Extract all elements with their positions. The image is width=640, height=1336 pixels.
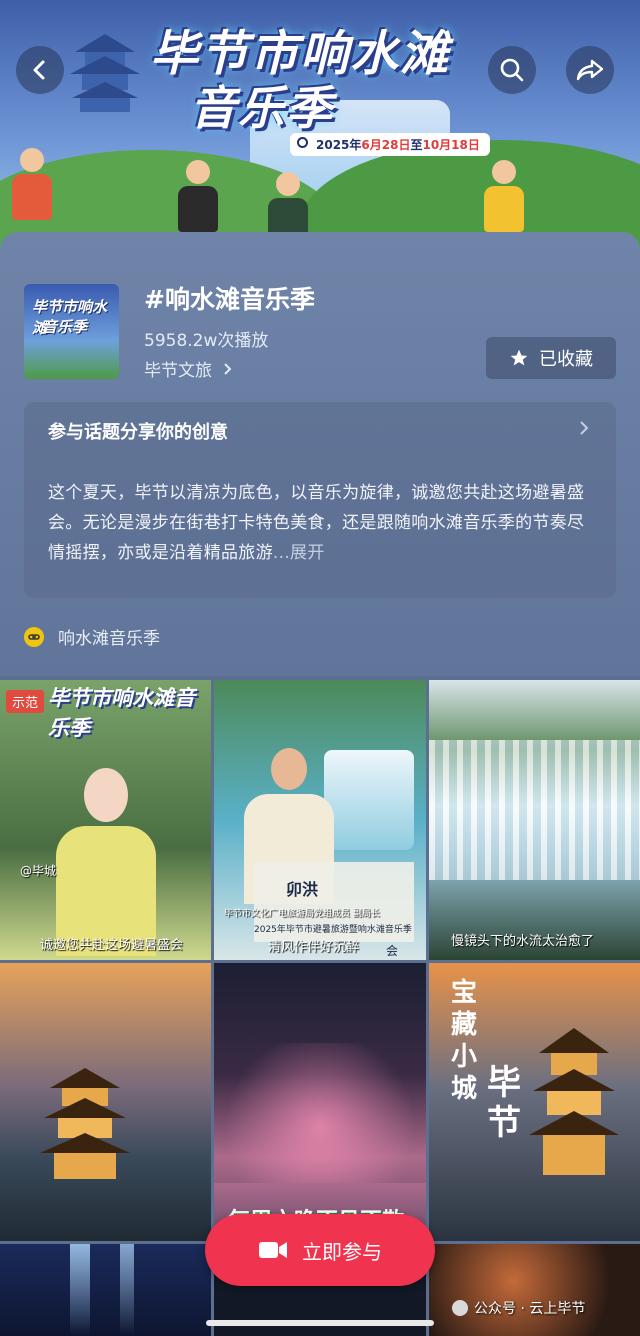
wechat-icon [452,1300,468,1316]
pagoda-illustration [70,34,140,112]
favorite-label: 已收藏 [539,349,593,370]
watermark: 公众号 · 云上毕节 [452,1298,585,1318]
back-button[interactable] [16,46,64,94]
home-indicator[interactable] [206,1320,434,1326]
video-tile[interactable]: 毕节市响水滩音乐季 示范 @毕城 诚邀您共赴这场避暑盛会 [0,680,211,960]
video-tile[interactable]: 慢镜头下的水流太治愈了 [429,680,640,960]
event-name: 2025年毕节市避暑旅游暨响水滩音乐季 [254,925,412,935]
chevron-right-icon [224,363,232,375]
card-heading: 参与话题分享你的创意 [48,422,228,443]
participate-label: 立即参与 [302,1239,382,1264]
watermark-text: 公众号 · 云上毕节 [474,1301,586,1317]
share-button[interactable] [566,46,614,94]
presenter-figure [56,768,156,958]
expand-link[interactable]: 展开 [290,543,325,563]
video-tile[interactable]: 卯洪 毕节市文化广电旅游局党组成员 副局长 2025年毕节市避暑旅游暨响水滩音乐… [214,680,426,960]
stage-light [70,1244,90,1336]
video-camera-icon [259,1242,287,1258]
author-link[interactable]: 毕节文旅 [144,356,233,381]
speaker-name: 卯洪 [286,880,319,899]
topic-banner: 毕节市响水滩 音乐季 2025年6月28日至10月18日 [0,0,640,250]
description-text: 这个夏天，毕节以清凉为底色，以音乐为旋律，诚邀您共赴这场避暑盛会。无论是漫步在街… [48,483,585,563]
waterfall-backdrop [324,750,414,850]
vertical-text: 毕节 [487,1063,521,1143]
video-tile[interactable] [0,963,211,1241]
guitarist-illustration [12,148,52,220]
related-topic-label: 响水滩音乐季 [58,629,160,649]
topic-title: #响水滩音乐季 [144,285,315,314]
handle-caption: @毕城 [20,864,57,878]
pagoda-illustration [40,1068,130,1179]
clock-icon [297,137,308,148]
participate-button[interactable]: 立即参与 [205,1214,435,1286]
video-caption: 诚邀您共赴这场避暑盛会 [40,938,184,953]
stage-light [120,1244,134,1336]
demo-badge: 示范 [6,690,45,713]
author-name: 毕节文旅 [144,361,212,381]
caption-tail: 会 [386,944,399,958]
topic-description-card[interactable]: 参与话题分享你的创意 这个夏天，毕节以清凉为底色，以音乐为旋律，诚邀您共赴这场避… [24,402,616,598]
star-icon [510,349,528,366]
search-icon [500,58,524,82]
video-caption: 清风作伴好沉醉 [268,940,360,955]
video-tile[interactable] [429,1244,640,1336]
vertical-text: 宝藏小城 [451,978,478,1104]
speaker-role: 毕节市文化广电旅游局党组成员 副局长 [224,909,380,919]
topic-cover-thumbnail: 毕节市响水滩 音乐季 [24,284,119,379]
chevron-left-icon [33,60,45,80]
saxophonist-illustration [178,160,218,232]
play-count: 5958.2w次播放 [144,331,269,351]
ukulele-player-illustration [484,160,524,232]
video-tile[interactable]: 每周六晚不见不散 [214,963,426,1241]
pagoda-illustration [529,1028,619,1175]
share-icon [576,59,604,81]
video-caption: 慢镜头下的水流太治愈了 [451,934,595,949]
thumb-title-line2: 音乐季 [42,318,88,336]
favorite-button[interactable]: 已收藏 [486,337,616,379]
topic-info-panel: 毕节市响水滩 音乐季 #响水滩音乐季 5958.2w次播放 毕节文旅 已收藏 参… [0,232,640,676]
link-icon [24,626,44,647]
video-tile[interactable] [0,1244,211,1336]
banner-title-line2: 音乐季 [190,81,334,135]
chevron-right-icon [580,421,589,435]
video-tile[interactable]: 宝藏小城 毕节 [429,963,640,1241]
event-dates: 2025年6月28日至10月18日 [290,133,490,156]
related-topic-link[interactable]: 响水滩音乐季 [24,624,160,649]
search-button[interactable] [488,46,536,94]
waterfall-scene [429,740,640,880]
overlay-title: 毕节市响水滩音乐季 [48,686,195,740]
concert-crowd [214,1043,426,1183]
